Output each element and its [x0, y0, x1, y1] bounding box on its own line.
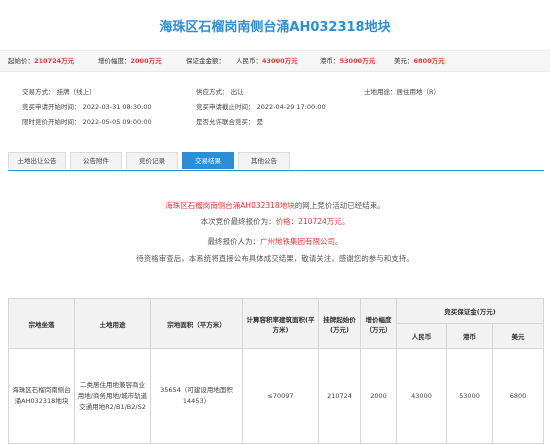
table-row: 海珠区石榴岗南侧台涌AH032318地块 二类居住用地兼容商业用地/商务用地/城… — [8, 348, 545, 444]
result-line-1: 海珠区石榴岗南侧台涌AH032318地块的网上竞价活动已经结束。 — [165, 201, 385, 210]
result-line-3: 最终报价人为：广州地铁集团有限公司。 — [207, 237, 343, 246]
cell-hkd: 53000 — [446, 348, 493, 444]
cell-rmb: 43000 — [396, 348, 447, 444]
cell-floor-area: ≤70097 — [242, 348, 319, 444]
start-price: 起始价：210724万元 — [8, 57, 75, 65]
result-line-2: 本次竞价最终报价为：价格：210724万元。 — [200, 217, 350, 226]
cell-location: 海珠区石榴岗南侧台涌AH032318地块 — [8, 348, 75, 444]
header-floor-area: 计算容积率建筑面积(平方米) — [242, 298, 319, 349]
deposit-label: 保证金金额： — [186, 57, 225, 65]
price-summary-bar: 起始价：210724万元 增价幅度：2000万元 保证金金额： 人民币：4300… — [0, 50, 550, 72]
tab-bar: 土地出让公告 公告附件 竞价记录 交易结果 其他公告 — [8, 152, 544, 171]
result-line-4: 待资格审查后，本系统将直接公布具体成交结果，敬请关注，感谢您的参与和支持。 — [136, 254, 414, 263]
trade-method: 交易方式： 挂牌（线上） — [22, 88, 96, 96]
tab-land-announcement[interactable]: 土地出让公告 — [8, 152, 66, 169]
cell-usd: 6800 — [491, 348, 545, 444]
header-rmb: 人民币 — [396, 323, 447, 349]
tab-trade-result[interactable]: 交易结果 — [182, 152, 234, 169]
deposit-rmb: 人民币：43000万元 — [236, 57, 298, 65]
cell-start-price: 210724 — [318, 348, 361, 444]
supply-method: 供应方式： 出让 — [196, 88, 244, 96]
joint-bid-allowed: 是否允许联合竞买： 是 — [196, 118, 264, 126]
bid-start-time: 限时竞价开始时间： 2022-05-05 09:00:00 — [22, 118, 152, 126]
header-start-price: 挂牌起始价(万元) — [318, 298, 361, 349]
cell-increment: 2000 — [360, 348, 397, 444]
land-info-table: 宗地坐落 土地用途 宗地面积（平方米） 计算容积率建筑面积(平方米) 挂牌起始价… — [8, 298, 545, 444]
cell-area: 35654（可建设用地面积14453） — [150, 348, 243, 444]
header-location: 宗地坐落 — [8, 298, 75, 349]
price-increment: 增价幅度：2000万元 — [98, 57, 162, 65]
tab-attachments[interactable]: 公告附件 — [70, 152, 122, 169]
header-usd: 美元 — [491, 323, 545, 349]
apply-end-time: 竞买申请截止时间： 2022-04-29 17:00:00 — [196, 103, 326, 111]
tab-bid-records[interactable]: 竞价记录 — [126, 152, 178, 169]
header-deposit: 竞买保证金(万元) — [395, 298, 545, 324]
header-hkd: 港币 — [446, 323, 493, 349]
header-land-use: 土地用途 — [74, 298, 151, 349]
header-area: 宗地面积（平方米） — [150, 298, 243, 349]
page-title: 海珠区石榴岗南侧台涌AH032318地块 — [159, 20, 391, 35]
header-increment: 增价幅度（万元） — [360, 298, 397, 349]
cell-land-use: 二类居住用地兼容商业用地/商务用地/城市轨道交通用地R2/B1/B2/S2 — [74, 348, 151, 444]
tab-other-announcements[interactable]: 其他公告 — [238, 152, 290, 169]
deposit-usd: 美元：6800万元 — [394, 57, 445, 65]
deposit-hkd: 港币：53000万元 — [320, 57, 376, 65]
apply-start-time: 竞买申请开始时间： 2022-03-31 08:30:00 — [22, 103, 152, 111]
land-use: 土地用途：居住用地（R） — [364, 88, 441, 96]
